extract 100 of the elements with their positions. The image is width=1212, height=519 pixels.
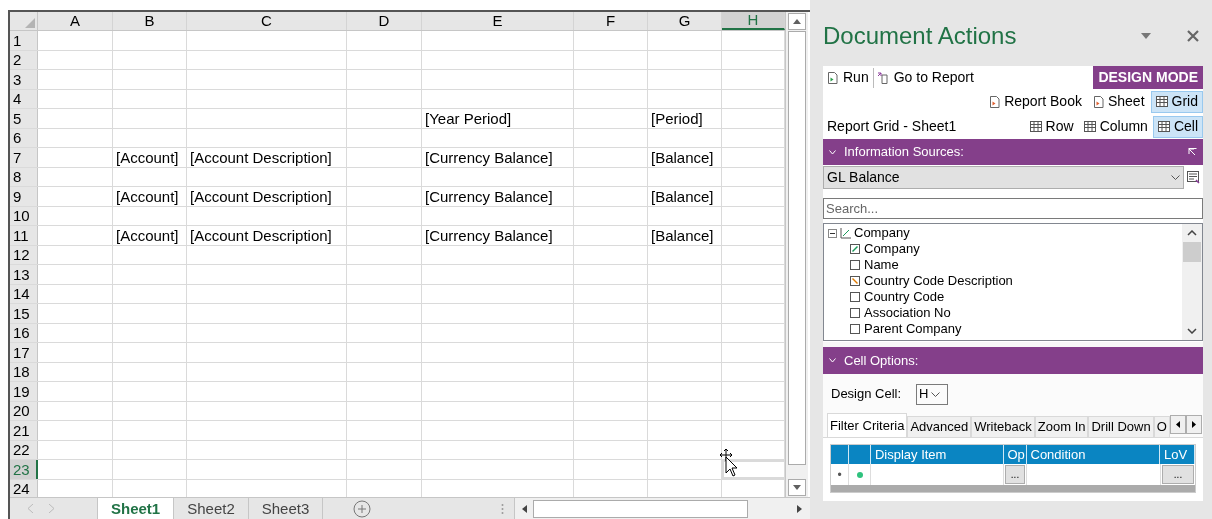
left-arrow-icon bbox=[1175, 420, 1180, 428]
chevron-icon bbox=[1171, 175, 1180, 180]
scope-button[interactable]: Grid bbox=[1150, 90, 1203, 113]
row-header[interactable]: 17 bbox=[10, 343, 38, 362]
row-header[interactable]: 23 bbox=[10, 460, 38, 479]
expand-icon[interactable] bbox=[1188, 147, 1197, 157]
cell-text: [Period] bbox=[648, 109, 722, 128]
book-icon bbox=[989, 95, 1001, 108]
tree-item[interactable]: Company bbox=[864, 241, 920, 257]
row-header[interactable]: 5 bbox=[10, 109, 38, 128]
column-header[interactable]: E bbox=[422, 12, 574, 30]
cell-text: [Account Description] bbox=[187, 187, 347, 206]
column-header[interactable]: B bbox=[113, 12, 187, 30]
search-field[interactable]: Search... bbox=[823, 198, 1203, 219]
tree-item[interactable]: Association No bbox=[864, 305, 951, 321]
horizontal-scrollbar[interactable] bbox=[514, 498, 810, 519]
cell-text: [Balance] bbox=[648, 148, 722, 167]
section-header[interactable]: Cell Options: bbox=[823, 347, 1203, 374]
toolbar-button[interactable]: Go to Report bbox=[872, 67, 978, 88]
cell-text: [Account] bbox=[113, 187, 187, 206]
cell-icon bbox=[1157, 121, 1170, 132]
row-header[interactable]: 1 bbox=[10, 31, 38, 50]
list-icon[interactable] bbox=[1187, 171, 1200, 184]
cell-text: [Account] bbox=[113, 226, 187, 245]
corner-triangle-icon bbox=[25, 18, 35, 28]
row-header[interactable]: 9 bbox=[10, 187, 38, 206]
scroll-down-button[interactable] bbox=[788, 479, 806, 496]
scope-button[interactable]: Report Book bbox=[984, 90, 1087, 113]
chevron-icon bbox=[829, 149, 836, 155]
row-header[interactable]: 19 bbox=[10, 382, 38, 401]
row-header[interactable]: 7 bbox=[10, 148, 38, 167]
sheet-icon bbox=[1092, 95, 1104, 108]
run-icon bbox=[827, 71, 838, 84]
column-header[interactable]: C bbox=[187, 12, 347, 30]
sheet-tab[interactable]: Sheet3 bbox=[248, 498, 324, 519]
options-tab[interactable]: Filter Criteria bbox=[827, 413, 908, 437]
grid-column-header: Condition bbox=[1026, 445, 1161, 464]
field-icon bbox=[850, 260, 860, 270]
sheet-tab[interactable]: Sheet2 bbox=[174, 498, 249, 519]
cell-text: [Currency Balance] bbox=[422, 226, 574, 245]
target-button[interactable]: Row bbox=[1024, 115, 1079, 138]
design-cell-label: Design Cell: bbox=[831, 385, 902, 404]
scroll-thumb[interactable] bbox=[533, 499, 749, 518]
cell-text: [Balance] bbox=[648, 226, 722, 245]
cell-text: [Balance] bbox=[648, 187, 722, 206]
options-tab[interactable]: Zoom In bbox=[1034, 416, 1089, 437]
row-header[interactable]: 15 bbox=[10, 304, 38, 323]
tree-item[interactable]: Name bbox=[864, 257, 899, 273]
options-tab[interactable]: Drill Down bbox=[1088, 416, 1154, 437]
sheet-tab[interactable]: Sheet1 bbox=[97, 498, 175, 519]
column-icon bbox=[1083, 121, 1096, 132]
column-header[interactable]: A bbox=[38, 12, 113, 30]
mode-badge: DESIGN MODE bbox=[1093, 66, 1203, 89]
scroll-up-icon[interactable] bbox=[1187, 230, 1197, 236]
dropdown-caret-icon[interactable] bbox=[1141, 33, 1151, 39]
options-tab[interactable]: Advanced bbox=[907, 416, 972, 437]
cell-text: [Account] bbox=[113, 148, 187, 167]
tree-scrollbar[interactable] bbox=[1182, 224, 1202, 340]
left-arrow-icon[interactable] bbox=[521, 504, 527, 513]
options-tab[interactable]: Writeback bbox=[971, 416, 1035, 437]
collapse-toggle-icon[interactable] bbox=[828, 228, 837, 238]
section-header[interactable]: Information Sources: bbox=[823, 139, 1203, 165]
context-label: Report Grid - Sheet1 bbox=[826, 117, 958, 136]
section-title: Cell Options: bbox=[844, 351, 919, 370]
column-header[interactable]: D bbox=[347, 12, 422, 30]
close-icon[interactable] bbox=[1187, 30, 1199, 42]
tree-item[interactable]: Country Code Description bbox=[864, 273, 1013, 289]
add-sheet-icon[interactable] bbox=[353, 499, 372, 518]
grid-column-header: Display Item bbox=[870, 445, 1004, 464]
cell-text: [Account Description] bbox=[187, 226, 347, 245]
operator-button[interactable]: ... bbox=[1005, 465, 1025, 484]
column-header[interactable]: H bbox=[722, 12, 785, 30]
source-dropdown[interactable]: GL Balance bbox=[823, 166, 1184, 189]
splitter-handle-icon[interactable] bbox=[501, 502, 505, 515]
scroll-thumb[interactable] bbox=[788, 31, 806, 465]
tree-item[interactable]: Country Code bbox=[864, 289, 945, 305]
tree-item[interactable]: Parent Company bbox=[864, 321, 962, 337]
chart-icon bbox=[840, 227, 851, 239]
target-button[interactable]: Cell bbox=[1152, 115, 1203, 138]
column-header[interactable]: F bbox=[574, 12, 648, 30]
toolbar-button[interactable]: Run bbox=[823, 67, 873, 88]
cell-text: [Year Period] bbox=[422, 109, 574, 128]
tree-node[interactable]: Company bbox=[854, 225, 910, 241]
scope-button[interactable]: Sheet bbox=[1087, 90, 1150, 113]
scroll-thumb[interactable] bbox=[1183, 242, 1201, 262]
list-of-values-button[interactable]: ... bbox=[1162, 465, 1194, 484]
row-header[interactable]: 21 bbox=[10, 421, 38, 440]
design-cell-dropdown[interactable]: H bbox=[916, 383, 949, 405]
section-title: Information Sources: bbox=[844, 143, 965, 162]
row-header[interactable]: 3 bbox=[10, 70, 38, 89]
row-header[interactable]: 11 bbox=[10, 226, 38, 245]
vertical-scrollbar[interactable] bbox=[785, 12, 808, 497]
target-button[interactable]: Column bbox=[1078, 115, 1153, 138]
grid-horizontal-scrollbar[interactable] bbox=[831, 485, 1195, 492]
scroll-down-icon[interactable] bbox=[1187, 328, 1197, 334]
grid-column-header: Op bbox=[1003, 445, 1027, 464]
right-arrow-icon[interactable] bbox=[796, 504, 802, 513]
right-arrow-icon bbox=[1191, 420, 1196, 428]
scroll-up-button[interactable] bbox=[788, 13, 806, 30]
row-header[interactable]: 13 bbox=[10, 265, 38, 284]
